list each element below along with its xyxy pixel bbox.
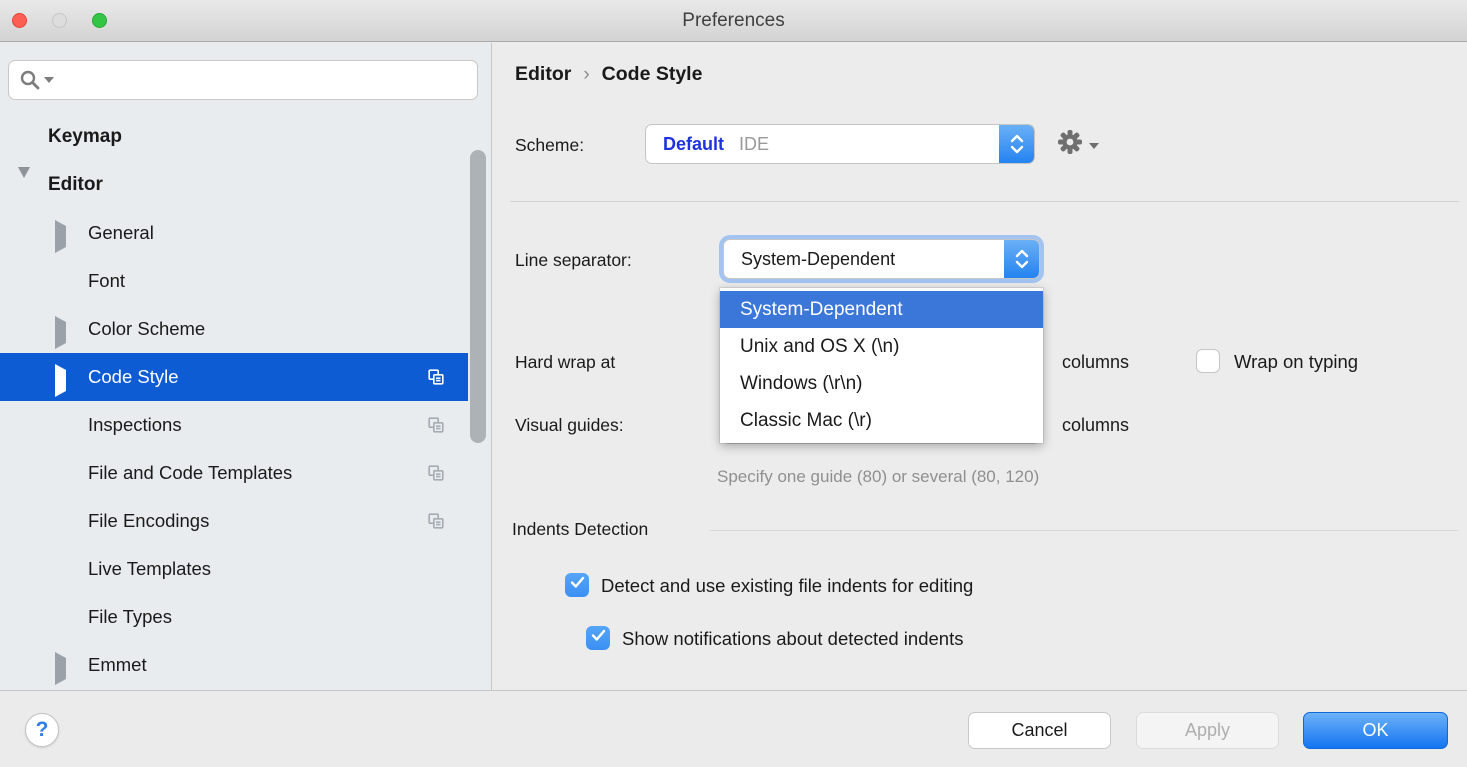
settings-sidebar: Keymap Editor General Font Color Scheme … [0,43,492,690]
sidebar-scrollbar-thumb[interactable] [470,150,486,443]
search-icon[interactable] [19,69,54,91]
sidebar-item-label: Color Scheme [88,318,205,340]
detect-indents-label: Detect and use existing file indents for… [601,575,973,597]
breadcrumb-separator: › [583,64,589,86]
sidebar-item-emmet[interactable]: Emmet [0,641,468,689]
line-separator-dropdown-menu: System-Dependent Unix and OS X (\n) Wind… [720,288,1043,443]
search-input[interactable] [54,63,477,97]
indents-detection-title: Indents Detection [512,519,648,540]
menu-item-system-dependent[interactable]: System-Dependent [720,291,1043,328]
copy-scheme-icon [427,512,445,530]
titlebar: Preferences [0,0,1467,42]
sidebar-item-label: Emmet [88,654,147,676]
window-title: Preferences [0,0,1467,42]
menu-item-windows[interactable]: Windows (\r\n) [720,365,1043,402]
sidebar-item-file-encodings[interactable]: File Encodings [0,497,468,545]
sidebar-item-label: File Types [88,606,172,628]
sidebar-item-editor[interactable]: Editor [0,161,468,209]
visual-guides-label: Visual guides: [515,415,624,436]
hard-wrap-columns-suffix: columns [1062,352,1129,373]
breadcrumb: Editor › Code Style [515,63,702,86]
scheme-label: Scheme: [515,135,584,156]
chevron-down-icon[interactable] [18,178,30,200]
copy-scheme-icon [427,368,445,386]
wrap-on-typing-label: Wrap on typing [1234,351,1358,373]
line-separator-value: System-Dependent [724,249,1004,270]
sidebar-item-color-scheme[interactable]: Color Scheme [0,305,468,353]
visual-guides-hint: Specify one guide (80) or several (80, 1… [717,467,1039,487]
chevron-right-icon[interactable] [55,322,66,344]
help-button[interactable]: ? [25,713,59,747]
sidebar-item-file-types[interactable]: File Types [0,593,468,641]
chevron-right-icon[interactable] [55,370,66,392]
scheme-value-secondary: IDE [739,134,769,154]
stepper-icon[interactable] [1004,239,1040,279]
sidebar-item-label: Font [88,270,125,292]
detect-indents-checkbox[interactable] [565,573,589,597]
wrap-on-typing-checkbox[interactable] [1196,349,1220,373]
menu-item-classic-mac[interactable]: Classic Mac (\r) [720,402,1043,439]
visual-guides-columns-suffix: columns [1062,415,1129,436]
sidebar-item-label: General [88,222,154,244]
apply-button[interactable]: Apply [1136,712,1279,749]
settings-search-box[interactable] [8,60,478,100]
sidebar-item-code-style[interactable]: Code Style [0,353,468,401]
sidebar-item-label: File Encodings [88,510,209,532]
sidebar-item-label: File and Code Templates [88,462,292,484]
sidebar-item-label: Live Templates [88,558,211,580]
dialog-footer: ? Cancel Apply OK [0,690,1467,767]
ok-button[interactable]: OK [1303,712,1448,749]
scheme-select[interactable]: Default IDE [645,124,1035,164]
scheme-value-primary: Default [663,134,724,154]
sidebar-item-live-templates[interactable]: Live Templates [0,545,468,593]
breadcrumb-code-style: Code Style [602,63,703,86]
checkmark-icon [591,629,606,647]
scheme-actions-button[interactable] [1056,128,1099,161]
sidebar-item-inspections[interactable]: Inspections [0,401,468,449]
sidebar-item-general[interactable]: General [0,209,468,257]
checkmark-icon [570,576,585,594]
sidebar-item-label: Editor [48,174,103,196]
help-icon: ? [36,718,49,742]
copy-scheme-icon [427,464,445,482]
sidebar-item-file-and-code-templates[interactable]: File and Code Templates [0,449,468,497]
sidebar-item-label: Inspections [88,414,182,436]
breadcrumb-editor[interactable]: Editor [515,63,571,86]
cancel-button[interactable]: Cancel [968,712,1111,749]
divider [510,201,1459,202]
gear-icon[interactable] [1056,128,1084,161]
line-separator-label: Line separator: [515,250,632,271]
gear-caret-icon[interactable] [1089,143,1099,149]
stepper-icon[interactable] [999,124,1035,164]
code-style-settings-panel: Editor › Code Style Scheme: Default IDE [492,43,1467,690]
copy-scheme-icon [427,416,445,434]
sidebar-item-font[interactable]: Font [0,257,468,305]
sidebar-item-keymap[interactable]: Keymap [0,113,468,161]
sidebar-item-label: Code Style [88,366,179,388]
settings-tree: Keymap Editor General Font Color Scheme … [0,113,492,689]
chevron-right-icon[interactable] [55,658,66,680]
menu-item-unix-osx[interactable]: Unix and OS X (\n) [720,328,1043,365]
search-options-caret-icon[interactable] [44,77,54,83]
show-notifications-label: Show notifications about detected indent… [622,628,963,650]
line-separator-select[interactable]: System-Dependent [723,239,1040,279]
chevron-right-icon[interactable] [55,226,66,248]
section-divider [710,530,1458,531]
hard-wrap-label: Hard wrap at [515,352,615,373]
sidebar-item-label: Keymap [48,126,122,148]
show-notifications-checkbox[interactable] [586,626,610,650]
